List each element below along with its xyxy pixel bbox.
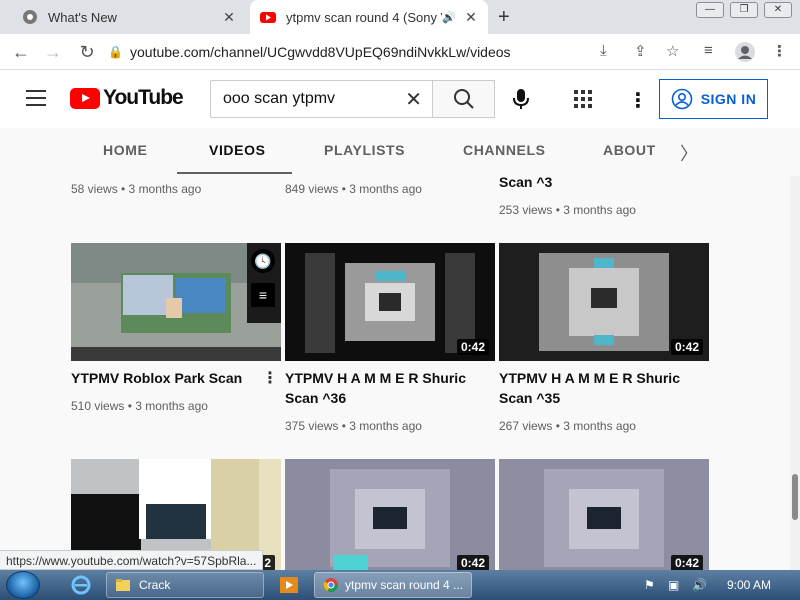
video-meta: 253 views • 3 months ago <box>499 203 636 217</box>
new-tab-icon[interactable]: + <box>498 6 510 29</box>
close-tab-icon[interactable]: ✕ <box>462 9 480 26</box>
video-thumbnail[interactable]: 0:42 <box>285 459 495 570</box>
search-box: ✕ <box>210 80 432 118</box>
youtube-icon <box>260 12 276 23</box>
video-duration: 0:42 <box>456 555 489 570</box>
taskbar-label: ytpmv scan round 4 ... <box>345 578 464 592</box>
url-text: youtube.com/channel/UCgwvdd8VUpEQ69ndiNv… <box>130 44 511 60</box>
video-meta: 58 views • 3 months ago <box>71 182 202 196</box>
youtube-logo[interactable]: YouTube <box>70 86 184 110</box>
browser-menu-icon[interactable]: ⋮ <box>772 42 787 60</box>
video-title[interactable]: YTPMV H A M M E R Shuric Scan ^35 <box>499 368 699 408</box>
video-title[interactable]: Scan ^3 <box>499 176 699 192</box>
back-icon[interactable]: ← <box>10 42 32 63</box>
close-window-icon[interactable]: ✕ <box>764 2 792 18</box>
hamburger-menu-icon[interactable] <box>26 90 46 111</box>
tab-title: What's New <box>48 9 117 25</box>
video-more-icon[interactable]: ⋮ <box>262 368 278 388</box>
taskbar-label: Crack <box>139 578 171 592</box>
clear-search-icon[interactable]: ✕ <box>405 87 422 112</box>
window-controls: — ❐ ✕ <box>696 2 792 18</box>
install-icon[interactable]: ⤓ <box>600 42 607 59</box>
close-tab-icon[interactable]: ✕ <box>220 9 238 26</box>
folder-icon <box>116 579 130 591</box>
speaker-icon[interactable]: 🔊 <box>442 11 456 24</box>
search-icon <box>453 89 474 109</box>
thumbnail-image <box>285 459 495 570</box>
action-center-flag-icon[interactable]: ⚑ <box>644 578 655 592</box>
media-player-icon[interactable] <box>278 574 300 596</box>
volume-icon[interactable]: 🔊 <box>692 578 707 592</box>
sign-in-label: SIGN IN <box>700 91 757 107</box>
lock-icon: 🔒 <box>108 45 123 59</box>
video-thumbnail[interactable]: 0:42 <box>499 459 709 570</box>
video-duration: 0:42 <box>456 339 489 355</box>
url-field[interactable]: 🔒 youtube.com/channel/UCgwvdd8VUpEQ69ndi… <box>108 39 698 65</box>
start-button[interactable] <box>6 571 40 599</box>
taskbar-clock[interactable]: 9:00 AM <box>727 578 771 592</box>
reload-icon[interactable]: ↻ <box>76 42 98 63</box>
taskbar-item-chrome[interactable]: ytpmv scan round 4 ... <box>314 572 472 598</box>
tab-channels[interactable]: CHANNELS <box>463 142 546 158</box>
restore-icon[interactable]: ❐ <box>730 2 758 18</box>
forward-icon[interactable]: → <box>42 42 64 63</box>
address-bar: ← → ↻ 🔒 youtube.com/channel/UCgwvdd8VUpE… <box>0 34 800 70</box>
video-meta: 375 views • 3 months ago <box>285 419 422 433</box>
bookmark-star-icon[interactable]: ☆ <box>666 42 679 60</box>
search-button[interactable] <box>432 80 495 118</box>
apps-grid-icon[interactable] <box>574 90 592 108</box>
windows-taskbar: Crack ytpmv scan round 4 ... ⚑ ▣ 🔊 9:00 … <box>0 570 800 600</box>
search-input[interactable] <box>223 90 393 108</box>
thumbnail-image <box>499 459 709 570</box>
thumbnail-image <box>71 243 281 361</box>
minimize-icon[interactable]: — <box>696 2 724 18</box>
video-duration: 0:42 <box>670 555 703 570</box>
network-icon[interactable]: ▣ <box>668 578 679 592</box>
video-grid: 58 views • 3 months ago 849 views • 3 mo… <box>0 176 790 570</box>
tab-home[interactable]: HOME <box>103 142 147 158</box>
link-status-bubble: https://www.youtube.com/watch?v=57SpbRla… <box>0 550 264 570</box>
microphone-icon[interactable] <box>508 86 534 112</box>
video-meta: 849 views • 3 months ago <box>285 182 422 196</box>
video-thumbnail[interactable]: 0:42 <box>499 243 709 361</box>
add-to-queue-icon[interactable]: ≡ <box>251 283 275 307</box>
video-title[interactable]: YTPMV H A M M E R Shuric Scan ^36 <box>285 368 485 408</box>
internet-explorer-icon[interactable] <box>70 574 92 596</box>
profile-icon[interactable] <box>735 42 755 62</box>
account-icon <box>671 88 692 110</box>
active-tab-indicator <box>177 172 292 174</box>
youtube-play-icon <box>70 87 100 109</box>
scrollbar-thumb[interactable] <box>792 474 798 520</box>
taskbar-item-crack[interactable]: Crack <box>106 572 264 598</box>
video-meta: 267 views • 3 months ago <box>499 419 636 433</box>
video-meta: 510 views • 3 months ago <box>71 399 208 413</box>
logo-text: YouTube <box>103 86 184 109</box>
video-duration: 0:42 <box>670 339 703 355</box>
video-title[interactable]: YTPMV Roblox Park Scan <box>71 368 271 388</box>
media-queue-icon[interactable]: ≡ <box>704 42 713 59</box>
page-scrollbar[interactable] <box>790 176 800 570</box>
chevron-right-icon[interactable]: 〉 <box>680 140 698 166</box>
tab-ytpmv-scan[interactable]: ytpmv scan round 4 (Sony Ve 🔊 ✕ <box>250 0 488 34</box>
channel-tabs: HOME VIDEOS PLAYLISTS CHANNELS ABOUT 〉 <box>0 128 800 176</box>
chrome-icon <box>323 578 338 592</box>
share-icon[interactable]: ⇪ <box>634 42 647 60</box>
browser-tab-strip: What's New ✕ ytpmv scan round 4 (Sony Ve… <box>0 0 800 34</box>
tab-whats-new[interactable]: What's New ✕ <box>8 0 246 34</box>
video-thumbnail[interactable]: 0:42 <box>285 243 495 361</box>
sign-in-button[interactable]: SIGN IN <box>659 79 768 119</box>
tab-title: ytpmv scan round 4 (Sony Ve <box>286 9 443 25</box>
tab-about[interactable]: ABOUT <box>603 142 656 158</box>
settings-more-icon[interactable]: ⋮ <box>628 88 648 113</box>
tab-playlists[interactable]: PLAYLISTS <box>324 142 405 158</box>
youtube-header: YouTube ✕ ⋮ SIGN IN <box>0 70 800 128</box>
chrome-icon <box>23 10 37 24</box>
video-thumbnail[interactable]: 🕓 ≡ <box>71 243 281 361</box>
tab-videos[interactable]: VIDEOS <box>209 142 266 158</box>
watch-later-icon[interactable]: 🕓 <box>251 249 275 273</box>
